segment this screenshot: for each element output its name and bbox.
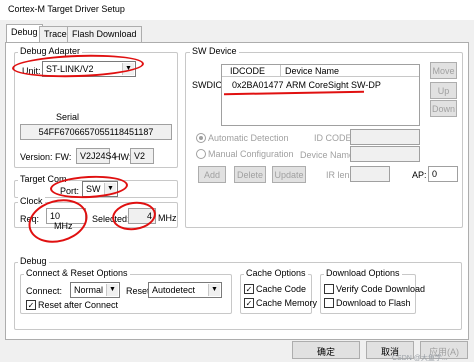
chevron-down-icon: ▼	[104, 183, 116, 195]
download-to-flash-label: Download to Flash	[336, 298, 411, 308]
req-clock-value: 10	[50, 211, 61, 221]
column-header-device-name: Device Name	[285, 66, 340, 76]
port-select[interactable]: SW ▼	[82, 181, 118, 197]
ap-field[interactable]: 0	[428, 166, 458, 182]
connect-select-value: Normal	[74, 285, 104, 295]
debug-legend: Debug	[18, 256, 49, 266]
verify-code-download-label: Verify Code Download	[336, 284, 426, 294]
fw-version-label: Version: FW:	[20, 152, 72, 162]
reset-select[interactable]: Autodetect ▼	[148, 282, 222, 298]
unit-select[interactable]: ST-LINK/V2 ▼	[42, 61, 136, 77]
hw-version-field: V2	[130, 148, 154, 164]
req-clock-field[interactable]: 10 MHz	[46, 208, 86, 231]
cache-code-checkbox[interactable]: ✓	[244, 284, 254, 294]
selected-clock-label: Selected:	[92, 214, 130, 224]
up-button[interactable]: Up	[430, 82, 457, 99]
req-label: Req:	[20, 214, 40, 224]
move-button[interactable]: Move	[430, 62, 457, 79]
cache-memory-label: Cache Memory	[256, 298, 318, 308]
device-name-label: Device Name:	[300, 150, 357, 160]
title-bar: Cortex-M Target Driver Setup	[0, 0, 474, 20]
clock-legend: Clock	[18, 196, 45, 206]
chevron-down-icon: ▼	[106, 284, 118, 296]
column-header-idcode: IDCODE	[230, 66, 266, 76]
req-clock-unit: MHz	[54, 221, 73, 231]
window-title: Cortex-M Target Driver Setup	[8, 4, 125, 14]
chevron-down-icon: ▼	[208, 284, 220, 296]
table-cell-idcode: 0x2BA01477	[232, 80, 284, 90]
download-to-flash-checkbox[interactable]	[324, 298, 334, 308]
swdio-label: SWDIO	[192, 80, 223, 90]
id-code-field[interactable]	[350, 129, 420, 145]
cache-options-group	[240, 274, 312, 314]
down-button[interactable]: Down	[430, 100, 457, 117]
id-code-label: ID CODE:	[314, 133, 355, 143]
delete-button[interactable]: Delete	[234, 166, 266, 183]
connect-label: Connect:	[26, 286, 63, 296]
reset-after-connect-label: Reset after Connect	[38, 300, 119, 310]
manual-configuration-radio[interactable]	[196, 149, 206, 159]
target-com-legend: Target Com	[18, 174, 69, 184]
tab-flash-download[interactable]: Flash Download	[67, 26, 142, 42]
add-button[interactable]: Add	[198, 166, 226, 183]
ap-label: AP:	[412, 170, 427, 180]
table-cell-device-name: ARM CoreSight SW-DP	[286, 80, 381, 90]
serial-field: 54FF6706657055118451187	[20, 124, 172, 140]
reset-after-connect-checkbox[interactable]: ✓	[26, 300, 36, 310]
cache-options-legend: Cache Options	[244, 268, 308, 278]
ir-len-field[interactable]	[350, 166, 390, 182]
connect-select[interactable]: Normal ▼	[70, 282, 120, 298]
chevron-down-icon: ▼	[122, 63, 134, 75]
verify-code-download-checkbox[interactable]	[324, 284, 334, 294]
reset-select-value: Autodetect	[152, 285, 196, 295]
column-divider	[280, 65, 281, 77]
automatic-detection-label: Automatic Detection	[208, 133, 289, 143]
automatic-detection-radio[interactable]	[196, 133, 206, 143]
selected-clock-field: 4	[128, 208, 156, 224]
download-options-legend: Download Options	[324, 268, 402, 278]
port-label: Port:	[60, 186, 80, 196]
unit-select-value: ST-LINK/V2	[46, 64, 94, 74]
connect-reset-legend: Connect & Reset Options	[24, 268, 130, 278]
debug-adapter-legend: Debug Adapter	[18, 46, 83, 56]
manual-configuration-label: Manual Configuration	[208, 149, 294, 159]
device-name-field[interactable]	[350, 146, 420, 162]
cache-code-label: Cache Code	[256, 284, 307, 294]
hw-version-label: HW:	[114, 152, 132, 162]
selected-clock-unit: MHz	[158, 213, 177, 223]
download-options-group	[320, 274, 416, 314]
sw-device-legend: SW Device	[190, 46, 239, 56]
ok-button[interactable]: 确定	[292, 341, 360, 359]
cache-memory-checkbox[interactable]: ✓	[244, 298, 254, 308]
fw-version-field: V2J24S4	[76, 148, 117, 164]
tab-debug[interactable]: Debug	[6, 24, 43, 43]
port-select-value: SW	[86, 184, 101, 194]
unit-label: Unit:	[22, 66, 41, 76]
serial-label: Serial	[56, 112, 80, 122]
update-button[interactable]: Update	[272, 166, 306, 183]
ir-len-label: IR len:	[326, 170, 353, 180]
